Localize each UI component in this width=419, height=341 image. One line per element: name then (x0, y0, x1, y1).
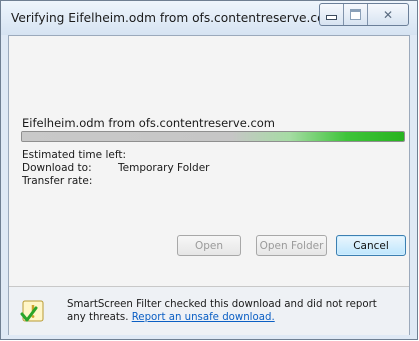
smartscreen-footer: SmartScreen Filter checked this download… (9, 286, 409, 335)
smartscreen-shield-icon (20, 300, 44, 322)
cancel-button[interactable]: Cancel (336, 235, 406, 256)
minimize-button[interactable] (320, 4, 344, 25)
estimated-time-label: Estimated time left: (22, 149, 126, 161)
title-bar[interactable]: Verifying Eifelheim.odm from ofs.content… (1, 1, 417, 35)
caption-buttons: ✕ (319, 3, 409, 26)
maximize-icon (350, 9, 361, 20)
open-button[interactable]: Open (177, 235, 241, 256)
transfer-rate-label: Transfer rate: (22, 175, 93, 187)
smartscreen-message: SmartScreen Filter checked this download… (67, 298, 397, 324)
open-folder-button[interactable]: Open Folder (256, 235, 327, 256)
download-to-label: Download to: (22, 162, 92, 174)
maximize-button[interactable] (344, 4, 368, 25)
transfer-rate-row: Transfer rate: (22, 175, 92, 187)
report-unsafe-download-link[interactable]: Report an unsafe download. (132, 312, 275, 323)
minimize-icon (326, 15, 337, 20)
estimated-time-row: Estimated time left: (22, 149, 126, 161)
download-to-value: Temporary Folder (118, 162, 210, 174)
dialog-body: Eifelheim.odm from ofs.contentreserve.co… (8, 35, 410, 335)
window-title: Verifying Eifelheim.odm from ofs.content… (11, 11, 337, 25)
file-source-label: Eifelheim.odm from ofs.contentreserve.co… (22, 116, 276, 130)
progress-fill (22, 132, 404, 141)
download-dialog: Verifying Eifelheim.odm from ofs.content… (0, 0, 418, 340)
download-progress-bar (21, 131, 405, 142)
close-icon: ✕ (382, 7, 394, 22)
close-button[interactable]: ✕ (368, 4, 408, 25)
download-to-row: Download to: Temporary Folder (22, 162, 209, 174)
